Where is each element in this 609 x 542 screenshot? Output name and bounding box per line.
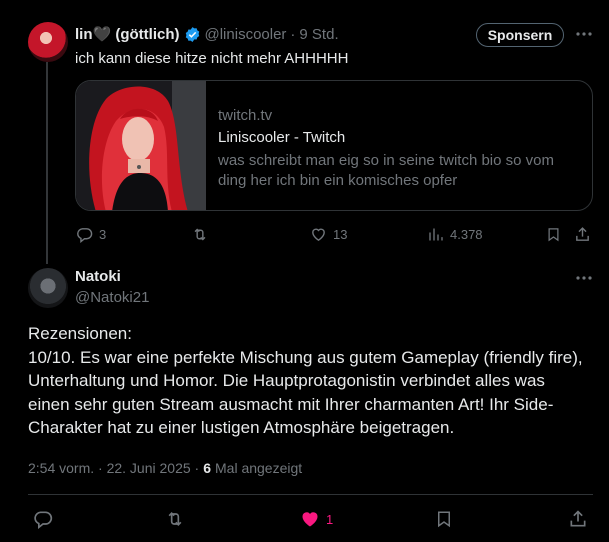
body-line: Charakter hat zu einer lustigen Atmosphä… (28, 418, 455, 437)
main-share-action[interactable] (568, 509, 588, 529)
main-like-count: 1 (326, 511, 334, 527)
sponsor-button[interactable]: Sponsern (476, 23, 564, 47)
card-title: Liniscooler - Twitch (218, 129, 346, 146)
main-retweet-action[interactable] (164, 509, 186, 529)
main-tweet-body: Rezensionen: 10/10. Es war eine perfekte… (28, 322, 598, 440)
body-line: 10/10. Es war eine perfekte Mischung aus… (28, 347, 583, 367)
avatar-natoki[interactable] (28, 268, 68, 308)
like-action[interactable]: 13 (310, 226, 347, 243)
verified-badge-icon (184, 26, 201, 43)
reply-icon (33, 509, 53, 529)
more-options-icon[interactable] (574, 26, 594, 42)
main-bookmark-action[interactable] (435, 509, 453, 529)
main-more-options-icon[interactable] (574, 270, 594, 286)
retweet-icon (191, 226, 209, 243)
body-line: Unterhaltung und Homor. Die Hauptprotago… (28, 371, 545, 390)
divider (28, 494, 593, 495)
heart-icon (310, 226, 327, 243)
card-domain: twitch.tv (218, 107, 273, 124)
body-line: Rezensionen: (28, 324, 132, 343)
separator-dot: · (290, 25, 296, 43)
bookmark-action[interactable] (546, 226, 561, 243)
handle[interactable]: @liniscooler (205, 26, 287, 43)
views-label: Mal angezeigt (215, 460, 303, 476)
main-like-action[interactable]: 1 (300, 509, 333, 529)
views-number: 6 (203, 460, 211, 476)
views-chart-icon (428, 226, 444, 243)
thread-line (46, 62, 48, 264)
body-line: einen sehr guten Stream ausmacht mit Ihr… (28, 394, 554, 414)
main-display-name[interactable]: Natoki (75, 268, 121, 285)
main-handle[interactable]: @Natoki21 (75, 289, 149, 306)
display-name[interactable]: lin🖤 (göttlich) (75, 25, 180, 43)
retweet-action[interactable] (191, 226, 209, 243)
main-reply-action[interactable] (33, 509, 53, 529)
like-count: 13 (333, 227, 348, 242)
card-image (76, 81, 206, 210)
share-action[interactable] (574, 226, 591, 243)
tweet-text: ich kann diese hitze nicht mehr AHHHHH (75, 50, 349, 67)
reply-icon (76, 226, 93, 243)
reply-count: 3 (99, 227, 107, 242)
share-icon (568, 509, 588, 529)
tweet-time[interactable]: 9 Std. (299, 26, 338, 43)
bookmark-icon (546, 226, 561, 243)
share-icon (574, 226, 591, 243)
link-card[interactable]: twitch.tv Liniscooler - Twitch was schre… (75, 80, 593, 211)
avatar-lin[interactable] (28, 22, 68, 62)
reply-action[interactable]: 3 (76, 226, 106, 243)
heart-filled-icon (300, 509, 320, 529)
bookmark-icon (435, 509, 453, 529)
views-count: 4.378 (450, 227, 483, 242)
tweet-header: lin🖤 (göttlich) @liniscooler · 9 Std. (75, 24, 339, 44)
card-description: was schreibt man eig so in seine twitch … (218, 152, 554, 189)
views-action[interactable]: 4.378 (428, 226, 483, 243)
timestamp[interactable]: 2:54 vorm. · 22. Juni 2025 · (28, 460, 199, 476)
retweet-icon (164, 509, 186, 529)
tweet-meta: 2:54 vorm. · 22. Juni 2025 · 6 Mal angez… (28, 460, 302, 476)
